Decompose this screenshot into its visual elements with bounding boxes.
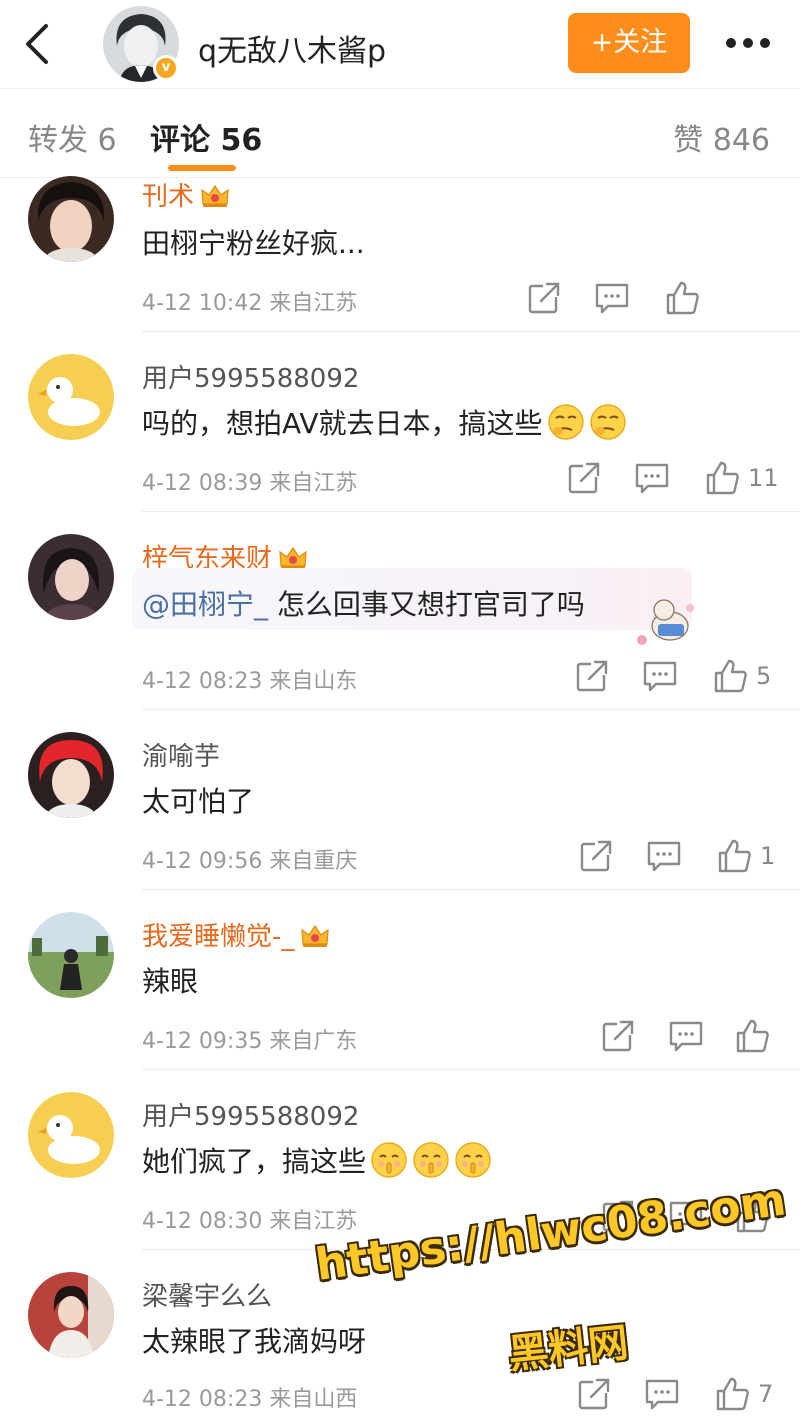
emoji-shush-icon bbox=[370, 1141, 408, 1179]
share-icon[interactable] bbox=[600, 1018, 636, 1054]
reply-icon[interactable] bbox=[668, 1018, 704, 1054]
like-icon[interactable] bbox=[734, 1018, 770, 1054]
emoji-shush-icon bbox=[412, 1141, 450, 1179]
top-bar: v q无敌八木酱p +关注 bbox=[0, 0, 800, 88]
user-name[interactable]: 梁馨宇么么 bbox=[142, 1276, 272, 1313]
page-title[interactable]: q无敌八木酱p bbox=[198, 26, 386, 70]
like-count: 5 bbox=[756, 662, 772, 690]
more-options-icon[interactable] bbox=[724, 30, 772, 58]
like-count: 11 bbox=[748, 464, 779, 492]
list-item: 梓气东来财 @田栩宁_ 怎么回事又想打官司了吗 4-12 08:23 来自山东 … bbox=[0, 512, 800, 710]
user-name[interactable]: 刊术 bbox=[142, 176, 230, 213]
comment-meta: 4-12 09:35 来自广东 bbox=[142, 1029, 358, 1054]
comment-meta: 4-12 09:56 来自重庆 bbox=[142, 849, 358, 874]
active-tab-indicator bbox=[168, 165, 236, 171]
reply-icon[interactable] bbox=[644, 1376, 680, 1412]
mention-link[interactable]: @田栩宁_ bbox=[142, 588, 268, 621]
emoji-thinking-icon bbox=[589, 403, 627, 441]
comment-actions: 11 bbox=[566, 460, 779, 496]
comment-meta: 4-12 08:30 来自江苏 bbox=[142, 1209, 358, 1234]
like-count: 7 bbox=[758, 1380, 774, 1408]
avatar[interactable] bbox=[28, 354, 114, 440]
like-icon[interactable] bbox=[714, 1376, 750, 1412]
like-count: 1 bbox=[760, 842, 776, 870]
list-item: 我爱睡懒觉-_ 辣眼 4-12 09:35 来自广东 bbox=[0, 890, 800, 1070]
avatar[interactable] bbox=[28, 176, 114, 262]
comment-text: 她们疯了，搞这些 bbox=[142, 1140, 492, 1180]
user-name[interactable]: 我爱睡懒觉-_ bbox=[142, 916, 330, 953]
sticker-icon bbox=[637, 599, 694, 645]
tab-likes[interactable]: 赞 846 bbox=[673, 115, 770, 159]
comment-text: 辣眼 bbox=[142, 965, 199, 998]
like-icon[interactable] bbox=[712, 658, 748, 694]
emoji-thinking-icon bbox=[547, 403, 585, 441]
verified-badge-icon: v bbox=[153, 55, 179, 81]
like-icon[interactable] bbox=[704, 460, 740, 496]
list-item: 用户5995588092 吗的，想拍AV就去日本，搞这些 4-12 08:39 … bbox=[0, 332, 800, 512]
crown-icon bbox=[200, 184, 230, 208]
tab-reposts[interactable]: 转发 6 bbox=[28, 115, 117, 159]
list-item: 渝喻芋 太可怕了 4-12 09:56 来自重庆 1 bbox=[0, 710, 800, 890]
like-icon[interactable] bbox=[716, 838, 752, 874]
comment-text: @田栩宁_ 怎么回事又想打官司了吗 bbox=[142, 588, 585, 621]
avatar[interactable] bbox=[28, 1272, 114, 1358]
back-button[interactable] bbox=[18, 22, 58, 66]
comment-text: 吗的，想拍AV就去日本，搞这些 bbox=[142, 402, 627, 442]
comment-text: 田栩宁粉丝好疯... bbox=[142, 227, 365, 260]
comment-meta: 4-12 08:23 来自山东 bbox=[142, 669, 358, 694]
user-name[interactable]: 用户5995588092 bbox=[142, 358, 359, 395]
comment-text: 太辣眼了我滴妈呀 bbox=[142, 1325, 367, 1358]
comment-meta: 4-12 08:39 来自江苏 bbox=[142, 471, 358, 496]
comment-text: 太可怕了 bbox=[142, 785, 255, 818]
reply-icon[interactable] bbox=[594, 280, 630, 316]
emoji-shush-icon bbox=[454, 1141, 492, 1179]
avatar[interactable] bbox=[28, 534, 114, 620]
comment-meta: 4-12 10:42 来自江苏 bbox=[142, 291, 358, 316]
avatar[interactable] bbox=[28, 732, 114, 818]
reply-icon[interactable] bbox=[634, 460, 670, 496]
tab-bar: 转发 6 评论 56 赞 846 bbox=[0, 88, 800, 178]
like-icon[interactable] bbox=[664, 280, 700, 316]
avatar[interactable] bbox=[28, 1092, 114, 1178]
reply-icon[interactable] bbox=[646, 838, 682, 874]
chevron-left-icon bbox=[26, 24, 48, 64]
follow-button[interactable]: +关注 bbox=[568, 13, 690, 73]
share-icon[interactable] bbox=[526, 280, 562, 316]
tab-comments[interactable]: 评论 56 bbox=[150, 115, 262, 159]
comment-meta: 4-12 08:23 来自山西 bbox=[142, 1387, 358, 1412]
share-icon[interactable] bbox=[574, 658, 610, 694]
crown-icon bbox=[300, 924, 330, 948]
comment-actions bbox=[600, 1018, 770, 1054]
comment-actions bbox=[526, 280, 770, 316]
reply-icon[interactable] bbox=[642, 658, 678, 694]
share-icon[interactable] bbox=[576, 1376, 612, 1412]
share-icon[interactable] bbox=[566, 460, 602, 496]
avatar[interactable] bbox=[28, 912, 114, 998]
comment-actions: 5 bbox=[574, 658, 772, 694]
user-name[interactable]: 用户5995588092 bbox=[142, 1096, 359, 1133]
comment-actions: 7 bbox=[576, 1376, 774, 1412]
comment-actions: 1 bbox=[578, 838, 775, 874]
crown-icon bbox=[278, 546, 308, 570]
list-item: 刊术 田栩宁粉丝好疯... 4-12 10:42 来自江苏 bbox=[0, 172, 800, 332]
share-icon[interactable] bbox=[578, 838, 614, 874]
user-name[interactable]: 渝喻芋 bbox=[142, 736, 220, 773]
